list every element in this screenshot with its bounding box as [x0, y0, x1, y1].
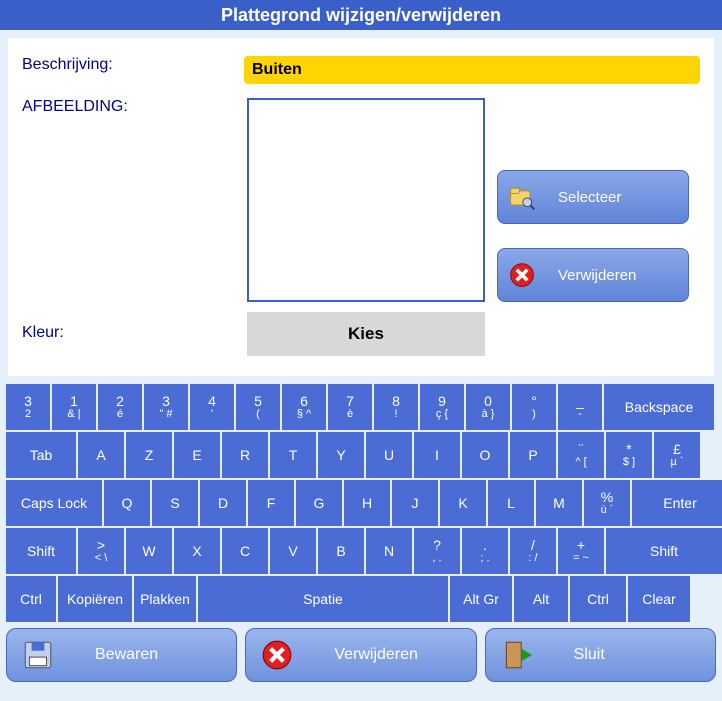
key-[interactable]: ¨^ [: [558, 432, 604, 478]
key-o[interactable]: O: [462, 432, 508, 478]
key-f[interactable]: F: [248, 480, 294, 526]
key-altgr[interactable]: Alt Gr: [450, 576, 512, 622]
key-[interactable]: _-: [558, 384, 602, 430]
key-shift[interactable]: Shift: [606, 528, 722, 574]
key-u[interactable]: U: [366, 432, 412, 478]
save-icon: [21, 638, 55, 672]
key-i[interactable]: I: [414, 432, 460, 478]
label-beschrijving: Beschrijving:: [22, 56, 244, 74]
key-k[interactable]: K: [440, 480, 486, 526]
key-shift[interactable]: Shift: [6, 528, 76, 574]
key-alt[interactable]: Alt: [514, 576, 568, 622]
key-w[interactable]: W: [126, 528, 172, 574]
label-kleur: Kleur:: [22, 312, 247, 342]
key-z[interactable]: Z: [126, 432, 172, 478]
key-plakken[interactable]: Plakken: [134, 576, 196, 622]
footer-bar: Bewaren Verwijderen Sluit: [6, 628, 716, 682]
key-l[interactable]: L: [488, 480, 534, 526]
delete-icon: [260, 638, 294, 672]
key-3[interactable]: 32: [6, 384, 50, 430]
key-4[interactable]: 4': [190, 384, 234, 430]
key-8[interactable]: 8!: [374, 384, 418, 430]
label-afbeelding: AFBEELDING:: [22, 98, 247, 116]
key-5[interactable]: 5(: [236, 384, 280, 430]
key-n[interactable]: N: [366, 528, 412, 574]
key-[interactable]: %ù ´: [584, 480, 630, 526]
selecteer-button[interactable]: Selecteer: [497, 170, 689, 224]
key-m[interactable]: M: [536, 480, 582, 526]
key-[interactable]: °): [512, 384, 556, 430]
key-[interactable]: ?, .: [414, 528, 460, 574]
verwijderen-footer-label: Verwijderen: [334, 646, 418, 664]
bewaren-label: Bewaren: [95, 646, 158, 664]
selecteer-label: Selecteer: [558, 189, 621, 206]
key-[interactable]: >< \: [78, 528, 124, 574]
key-ctrl[interactable]: Ctrl: [570, 576, 626, 622]
key-c[interactable]: C: [222, 528, 268, 574]
key-j[interactable]: J: [392, 480, 438, 526]
key-capslock[interactable]: Caps Lock: [6, 480, 102, 526]
key-s[interactable]: S: [152, 480, 198, 526]
beschrijving-input[interactable]: [244, 56, 700, 84]
key-g[interactable]: G: [296, 480, 342, 526]
form-panel: Beschrijving: AFBEELDING: Selecteer: [8, 38, 714, 376]
key-0[interactable]: 0à }: [466, 384, 510, 430]
key-clear[interactable]: Clear: [628, 576, 690, 622]
key-6[interactable]: 6§ ^: [282, 384, 326, 430]
sluit-button[interactable]: Sluit: [485, 628, 716, 682]
key-d[interactable]: D: [200, 480, 246, 526]
page-title: Plattegrond wijzigen/verwijderen: [221, 5, 501, 25]
key-[interactable]: /: /: [510, 528, 556, 574]
onscreen-keyboard: 321& |2é3" #4'5(6§ ^7è8!9ç {0à }°)_-Back…: [6, 384, 716, 622]
key-ctrl[interactable]: Ctrl: [6, 576, 56, 622]
key-backspace[interactable]: Backspace: [604, 384, 714, 430]
folder-search-icon: [508, 183, 536, 211]
key-enter[interactable]: Enter: [632, 480, 722, 526]
key-a[interactable]: A: [78, 432, 124, 478]
key-9[interactable]: 9ç {: [420, 384, 464, 430]
key-[interactable]: £µ `: [654, 432, 700, 478]
key-p[interactable]: P: [510, 432, 556, 478]
key-[interactable]: *$ ]: [606, 432, 652, 478]
bewaren-button[interactable]: Bewaren: [6, 628, 237, 682]
key-1[interactable]: 1& |: [52, 384, 96, 430]
key-y[interactable]: Y: [318, 432, 364, 478]
key-[interactable]: .; .: [462, 528, 508, 574]
verwijderen-footer-button[interactable]: Verwijderen: [245, 628, 476, 682]
kies-button[interactable]: Kies: [247, 312, 485, 356]
exit-door-icon: [500, 638, 534, 672]
title-bar: Plattegrond wijzigen/verwijderen: [0, 0, 722, 30]
key-7[interactable]: 7è: [328, 384, 372, 430]
key-[interactable]: += ~: [558, 528, 604, 574]
key-3[interactable]: 3" #: [144, 384, 188, 430]
image-preview: [247, 98, 485, 302]
kies-label: Kies: [348, 324, 384, 343]
key-2[interactable]: 2é: [98, 384, 142, 430]
verwijderen-label: Verwijderen: [558, 267, 636, 284]
key-t[interactable]: T: [270, 432, 316, 478]
delete-icon: [508, 261, 536, 289]
key-q[interactable]: Q: [104, 480, 150, 526]
sluit-label: Sluit: [574, 646, 605, 664]
key-kopiren[interactable]: Kopiëren: [58, 576, 132, 622]
key-b[interactable]: B: [318, 528, 364, 574]
key-v[interactable]: V: [270, 528, 316, 574]
key-tab[interactable]: Tab: [6, 432, 76, 478]
key-e[interactable]: E: [174, 432, 220, 478]
verwijderen-button[interactable]: Verwijderen: [497, 248, 689, 302]
key-r[interactable]: R: [222, 432, 268, 478]
key-x[interactable]: X: [174, 528, 220, 574]
key-spatie[interactable]: Spatie: [198, 576, 448, 622]
key-h[interactable]: H: [344, 480, 390, 526]
